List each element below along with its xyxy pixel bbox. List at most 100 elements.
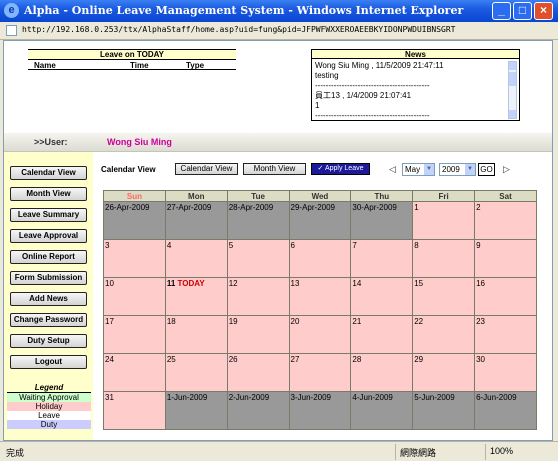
calendar-day-cell[interactable]: 1-Jun-2009 xyxy=(164,391,228,430)
leave-approval-button[interactable]: Leave Approval xyxy=(10,229,87,243)
calendar-day-cell[interactable]: 29 xyxy=(412,353,476,392)
scroll-up-icon[interactable] xyxy=(509,62,516,70)
day-number: 6 xyxy=(290,241,295,250)
calendar-day-cell[interactable]: 30 xyxy=(474,353,537,392)
calendar-day-cell[interactable]: 3-Jun-2009 xyxy=(288,391,352,430)
calendar-week-row: 31 1-Jun-2009 2-Jun-2009 3-Jun-2009 4-Jun-20… xyxy=(103,391,537,430)
day-header-wed: Wed xyxy=(288,190,352,202)
online-report-button[interactable]: Online Report xyxy=(10,250,87,264)
calendar-day-cell[interactable]: 15 xyxy=(412,277,476,316)
month-view-button[interactable]: Month View xyxy=(10,187,87,201)
leave-summary-button[interactable]: Leave Summary xyxy=(10,208,87,222)
day-number: 16 xyxy=(476,279,485,288)
duty-setup-button[interactable]: Duty Setup xyxy=(10,334,87,348)
calendar-day-cell[interactable]: 16 xyxy=(474,277,537,316)
legend: Legend Waiting Approval Holiday Leave Du… xyxy=(7,383,91,429)
calendar-day-cell[interactable]: 23 xyxy=(474,315,537,354)
calendar-day-cell[interactable]: 27 xyxy=(288,353,352,392)
calendar-day-cell[interactable]: 2-Jun-2009 xyxy=(226,391,290,430)
day-header-tue: Tue xyxy=(226,190,290,202)
page-content: Leave on TODAY Name Time Type News Wong … xyxy=(3,40,553,441)
calendar-day-cell[interactable]: 9 xyxy=(474,239,537,278)
user-name: Wong Siu Ming xyxy=(107,137,172,147)
add-news-button[interactable]: Add News xyxy=(10,292,87,306)
calendar-day-cell[interactable]: 5-Jun-2009 xyxy=(412,391,476,430)
news-scrollbar[interactable] xyxy=(508,61,517,119)
calendar-week-row: 10 11 TODAY 12 13 14 15 16 xyxy=(103,277,537,316)
address-bar[interactable]: http://192.168.0.253/ttx/AlphaStaff/home… xyxy=(0,22,558,40)
calendar-day-cell[interactable]: 8 xyxy=(412,239,476,278)
calendar-day-cell[interactable]: 14 xyxy=(350,277,414,316)
calendar-day-cell[interactable]: 26-Apr-2009 xyxy=(103,201,166,240)
calendar-day-cell[interactable]: 22 xyxy=(412,315,476,354)
main-panel: Calendar View Calendar View Month View ✓… xyxy=(93,152,552,440)
scroll-down-icon[interactable] xyxy=(509,110,516,118)
day-number: 29 xyxy=(414,355,424,364)
apply-leave-button[interactable]: ✓ Apply Leave xyxy=(311,163,370,175)
prev-month-icon[interactable]: ◁ xyxy=(389,164,396,175)
form-submission-button[interactable]: Form Submission xyxy=(10,271,87,285)
calendar-day-cell[interactable]: 4 xyxy=(164,239,228,278)
calendar-day-cell[interactable]: 6 xyxy=(288,239,352,278)
calendar-day-cell[interactable]: 26 xyxy=(226,353,290,392)
calendar-day-cell[interactable]: 20 xyxy=(288,315,352,354)
calendar-day-cell[interactable]: 24 xyxy=(103,353,166,392)
leave-today-title: Leave on TODAY xyxy=(28,50,236,60)
calendar-week-row: 17 18 19 20 21 22 23 xyxy=(103,315,537,354)
minimize-button[interactable]: _ xyxy=(492,2,511,20)
news-title: News xyxy=(312,50,519,59)
check-icon: ✓ xyxy=(317,165,325,172)
page-icon xyxy=(6,25,17,36)
calendar-day-cell[interactable]: 4-Jun-2009 xyxy=(350,391,414,430)
status-bar: 完成 網際網路 100% xyxy=(0,441,558,461)
url-text[interactable]: http://192.168.0.253/ttx/AlphaStaff/home… xyxy=(22,25,455,34)
next-month-icon[interactable]: ▷ xyxy=(503,164,510,175)
calendar-day-cell[interactable]: 28 xyxy=(350,353,414,392)
maximize-button[interactable]: □ xyxy=(513,2,532,20)
col-time: Time xyxy=(130,61,149,70)
calendar-day-cell[interactable]: 17 xyxy=(103,315,166,354)
calendar-day-cell[interactable]: 29-Apr-2009 xyxy=(288,201,352,240)
day-number: 30-Apr-2009 xyxy=(352,203,397,212)
day-number: 3 xyxy=(105,241,110,250)
day-header-thu: Thu xyxy=(350,190,414,202)
day-number: 20 xyxy=(290,317,300,326)
day-header-sat: Sat xyxy=(474,190,537,202)
calendar-day-cell[interactable]: 7 xyxy=(350,239,414,278)
day-number: 28-Apr-2009 xyxy=(228,203,274,212)
calendar-view-toggle[interactable]: Calendar View xyxy=(175,163,238,175)
news-line: 員工13 , 1/4/2009 21:07:41 xyxy=(315,91,412,100)
calendar-day-cell[interactable]: 19 xyxy=(226,315,290,354)
calendar-day-cell[interactable]: 1 xyxy=(412,201,476,240)
zoom-level[interactable]: 100% xyxy=(490,446,513,456)
month-view-toggle[interactable]: Month View xyxy=(243,163,306,175)
calendar-day-cell[interactable]: 21 xyxy=(350,315,414,354)
calendar-day-cell[interactable]: 11 TODAY xyxy=(164,277,228,316)
calendar-day-cell[interactable]: 27-Apr-2009 xyxy=(164,201,228,240)
logout-button[interactable]: Logout xyxy=(10,355,87,369)
window-titlebar: e Alpha - Online Leave Management System… xyxy=(0,0,558,22)
scroll-thumb[interactable] xyxy=(509,72,516,86)
day-number: 23 xyxy=(476,317,485,326)
calendar-day-cell[interactable]: 6-Jun-2009 xyxy=(474,391,537,430)
month-select[interactable]: May ▼ xyxy=(402,163,435,176)
calendar-day-cell[interactable]: 2 xyxy=(474,201,537,240)
calendar-day-cell[interactable]: 13 xyxy=(288,277,352,316)
year-select[interactable]: 2009 ▼ xyxy=(439,163,476,176)
calendar-day-cell[interactable]: 3 xyxy=(103,239,166,278)
go-button[interactable]: GO xyxy=(478,163,495,176)
close-button[interactable]: × xyxy=(534,2,553,20)
day-number: 8 xyxy=(414,241,419,250)
calendar-day-cell[interactable]: 10 xyxy=(103,277,166,316)
calendar-day-cell[interactable]: 12 xyxy=(226,277,290,316)
calendar-day-cell[interactable]: 28-Apr-2009 xyxy=(226,201,290,240)
calendar-day-cell[interactable]: 18 xyxy=(164,315,228,354)
calendar-day-cell[interactable]: 25 xyxy=(164,353,228,392)
news-separator: ----------------------------------------… xyxy=(315,81,430,90)
calendar-day-cell[interactable]: 31 xyxy=(103,391,166,430)
calendar-view-button[interactable]: Calendar View xyxy=(10,166,87,180)
day-number: 5 xyxy=(228,241,234,250)
calendar-day-cell[interactable]: 30-Apr-2009 xyxy=(350,201,414,240)
calendar-day-cell[interactable]: 5 xyxy=(226,239,290,278)
change-password-button[interactable]: Change Password xyxy=(10,313,87,327)
